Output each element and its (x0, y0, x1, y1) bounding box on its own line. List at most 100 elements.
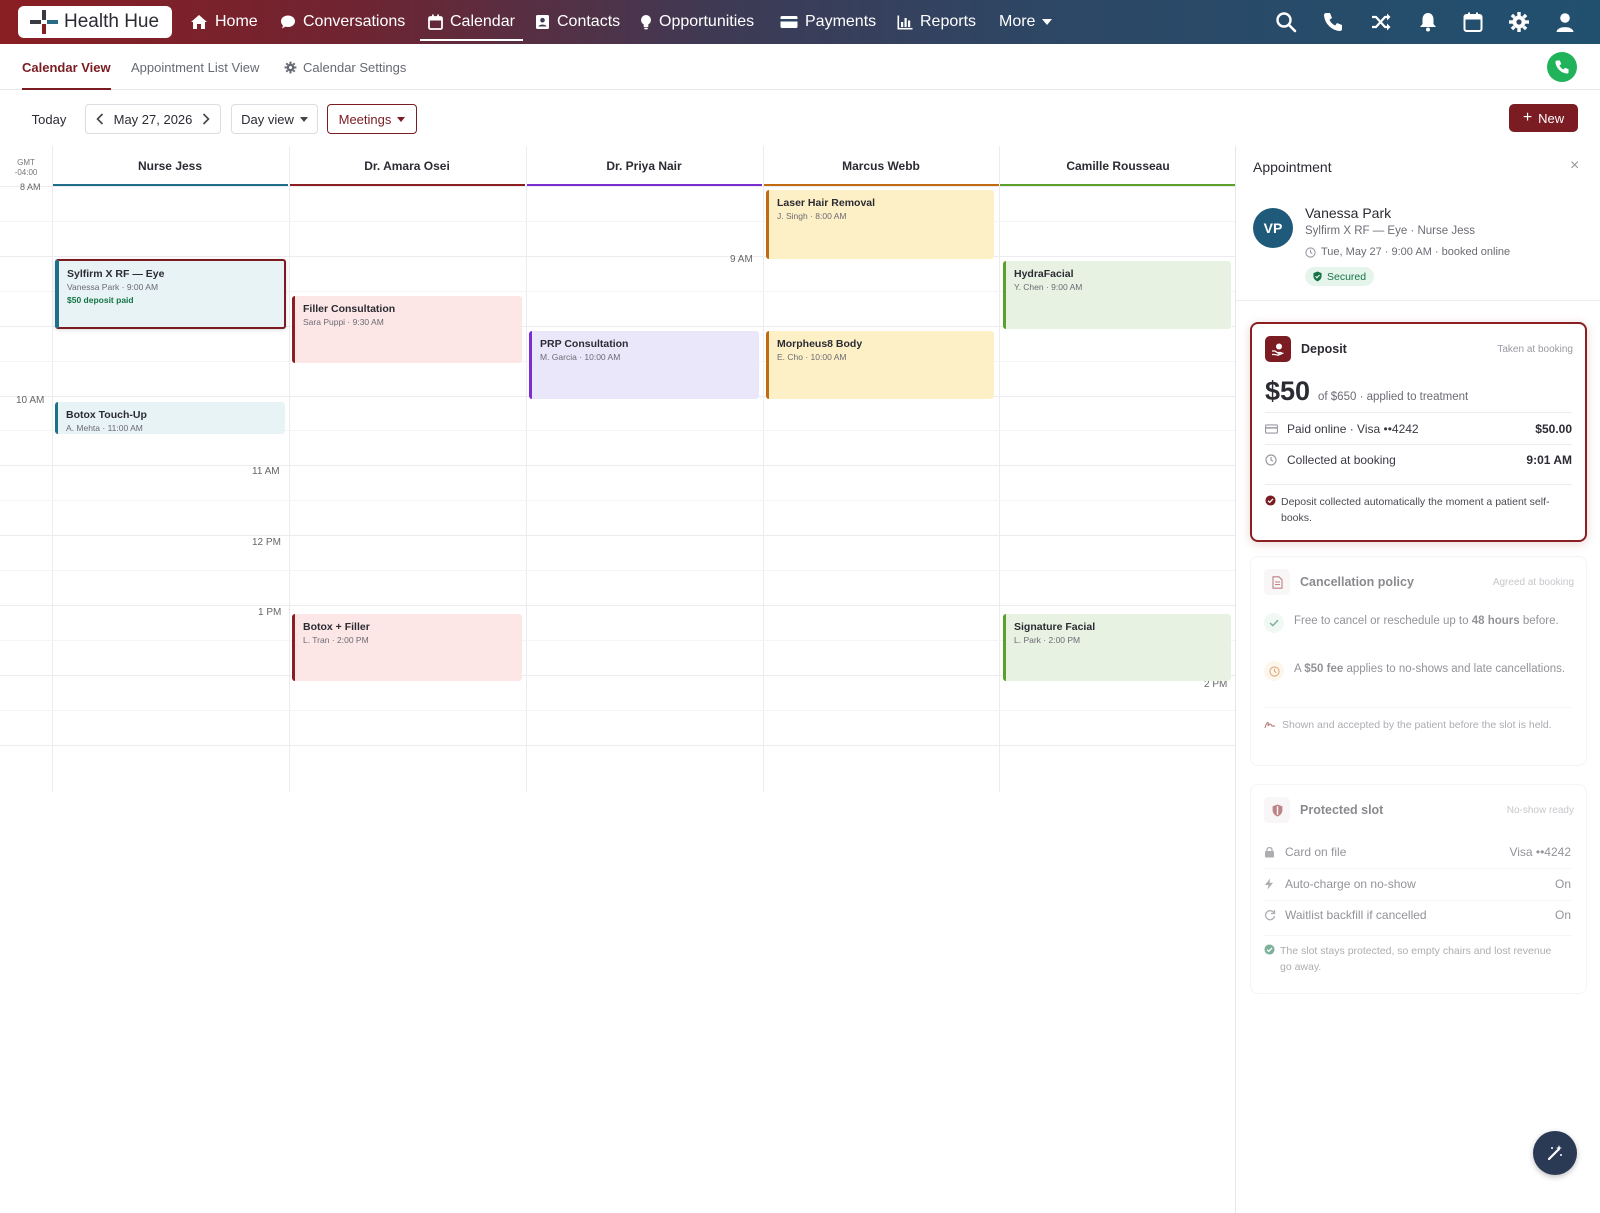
deposit-tag: Taken at booking (1497, 344, 1573, 355)
new-appointment-button[interactable]: + New (1509, 104, 1578, 132)
appointment-title: Sylfirm X RF — Eye (67, 268, 165, 280)
chevron-left-icon[interactable] (95, 113, 104, 125)
appointment-signature-facial[interactable]: Signature Facial L. Park · 2:00 PM (1003, 614, 1231, 681)
tab-calendar-view-label: Calendar View (22, 59, 111, 75)
time-label: 10 AM (16, 395, 45, 406)
chevron-down-icon (299, 116, 308, 122)
deposit-collected-value: 9:01 AM (1526, 453, 1572, 467)
close-icon[interactable]: × (1570, 157, 1579, 175)
check-icon (1264, 613, 1284, 633)
chevron-down-icon (397, 116, 406, 122)
appointment-hydrafacial[interactable]: HydraFacial Y. Chen · 9:00 AM (1003, 261, 1231, 329)
calendar-icon (428, 14, 443, 30)
appointment-title: HydraFacial (1014, 268, 1074, 280)
gear-icon[interactable] (1508, 11, 1530, 33)
nav-reports[interactable]: Reports (897, 0, 976, 44)
appointment-title: Signature Facial (1014, 621, 1096, 633)
nav-home[interactable]: Home (190, 0, 258, 44)
appointment-botox-touch-up[interactable]: Botox Touch-Up A. Mehta · 11:00 AM (55, 402, 285, 434)
nav-reports-label: Reports (920, 13, 977, 30)
nav-contacts[interactable]: Contacts (535, 0, 620, 44)
deposit-footnote: Deposit collected automatically the mome… (1265, 494, 1565, 526)
signature-icon (1264, 721, 1275, 729)
user-icon[interactable] (1554, 11, 1576, 33)
grid-line (0, 710, 1236, 711)
deposit-amount-note: of $650 · applied to treatment (1318, 391, 1469, 403)
calendar-icon[interactable] (1462, 11, 1484, 33)
meetings-filter[interactable]: Meetings (327, 104, 417, 134)
search-icon[interactable] (1275, 11, 1297, 33)
nav-more[interactable]: More (999, 0, 1053, 44)
nav-calendar-label: Calendar (450, 13, 515, 30)
column-header-marcus-webb[interactable]: Marcus Webb (763, 146, 999, 186)
deposit-paid-note: $50 deposit paid (67, 295, 134, 305)
tab-calendar-view[interactable]: Calendar View (22, 44, 111, 90)
phone-icon[interactable] (1322, 11, 1344, 33)
date-navigator[interactable]: May 27, 2026 (85, 104, 221, 134)
waitlist-backfill-label: Waitlist backfill if cancelled (1285, 908, 1427, 922)
today-button[interactable]: Today (22, 104, 76, 134)
divider (1265, 484, 1572, 485)
view-select[interactable]: Day view (231, 104, 318, 134)
credit-card-icon (780, 16, 798, 28)
nav-calendar[interactable]: Calendar (420, 0, 523, 44)
clock-icon (1264, 661, 1284, 681)
tab-calendar-settings[interactable]: Calendar Settings (284, 44, 406, 90)
card-on-file-label: Card on file (1285, 845, 1347, 859)
status-text: Secured (1327, 270, 1367, 283)
tab-appointment-list-view[interactable]: Appointment List View (131, 44, 259, 90)
column-name: Dr. Priya Nair (606, 159, 682, 173)
column-header-nurse-jess[interactable]: Nurse Jess (52, 146, 288, 186)
nav-payments[interactable]: Payments (780, 0, 876, 44)
bell-icon[interactable] (1417, 11, 1439, 33)
contact-card-icon (536, 15, 549, 29)
policy-line2-post: applies to no-shows and late cancellatio… (1343, 663, 1566, 675)
deposit-payment-value: $50.00 (1535, 422, 1572, 436)
magic-wand-button[interactable] (1533, 1131, 1577, 1175)
nav-conversations-label: Conversations (303, 13, 406, 30)
protected-title: Protected slot (1300, 803, 1384, 817)
grid-line (999, 146, 1000, 792)
time-label: 12 PM (252, 537, 281, 548)
patient-name[interactable]: Vanessa Park (1305, 205, 1391, 221)
calendar-day-grid: GMT -04:00 Nurse Jess Dr. Amara Osei Dr.… (0, 146, 1236, 792)
home-icon (191, 15, 207, 29)
column-header-dr-priya-nair[interactable]: Dr. Priya Nair (526, 146, 762, 186)
view-select-value: Day view (241, 111, 294, 127)
appointment-subtitle: A. Mehta · 11:00 AM (66, 423, 143, 433)
appointment-morpheus8-body[interactable]: Morpheus8 Body E. Cho · 10:00 AM (766, 331, 994, 399)
grid-line (0, 535, 1236, 536)
deposit-card: Deposit Taken at booking $50 of $650 · a… (1250, 322, 1587, 542)
auto-charge-label: Auto-charge on no-show (1285, 877, 1416, 891)
column-header-camille-rousseau[interactable]: Camille Rousseau (1000, 146, 1236, 186)
chevron-right-icon[interactable] (202, 113, 211, 125)
brand-logo[interactable]: Health Hue (18, 6, 172, 38)
nav-opportunities-label: Opportunities (659, 13, 755, 30)
call-button[interactable] (1547, 52, 1577, 82)
appointment-time-text: Tue, May 27 · 9:00 AM · booked online (1321, 246, 1511, 258)
phone-icon (1555, 60, 1569, 74)
waitlist-backfill-row[interactable]: Waitlist backfill if cancelled On (1264, 906, 1571, 924)
column-header-dr-amara-osei[interactable]: Dr. Amara Osei (289, 146, 525, 186)
appointment-laser-hair-removal[interactable]: Laser Hair Removal J. Singh · 8:00 AM (766, 190, 994, 259)
appointment-detail-panel: Appointment × VP Vanessa Park Sylfirm X … (1235, 146, 1600, 1213)
check-circle-icon (1264, 944, 1275, 955)
appointment-sylfirm-x-rf-eye[interactable]: Sylfirm X RF — Eye Vanessa Park · 9:00 A… (55, 259, 286, 329)
policy-line1-pre: Free to cancel or reschedule up to (1294, 615, 1472, 627)
timezone-label: GMT -04:00 (14, 158, 38, 177)
appointment-botox-filler[interactable]: Botox + Filler L. Tran · 2:00 PM (292, 614, 522, 681)
auto-charge-row[interactable]: Auto-charge on no-show On (1264, 875, 1571, 893)
grid-line (0, 745, 1236, 746)
nav-conversations[interactable]: Conversations (280, 0, 405, 44)
nav-more-label: More (999, 13, 1036, 30)
new-button-label: New (1538, 110, 1565, 126)
appointment-subtitle: M. Garcia · 10:00 AM (540, 352, 621, 362)
shuffle-icon[interactable] (1370, 11, 1392, 33)
appointment-prp-consultation[interactable]: PRP Consultation M. Garcia · 10:00 AM (529, 331, 759, 399)
magic-wand-icon (1547, 1145, 1562, 1161)
appointment-subtitle: E. Cho · 10:00 AM (777, 352, 847, 362)
current-date: May 27, 2026 (113, 111, 193, 127)
lightbulb-icon (641, 15, 651, 30)
appointment-filler-consultation[interactable]: Filler Consultation Sara Puppi · 9:30 AM (292, 296, 522, 363)
nav-opportunities[interactable]: Opportunities (640, 0, 754, 44)
